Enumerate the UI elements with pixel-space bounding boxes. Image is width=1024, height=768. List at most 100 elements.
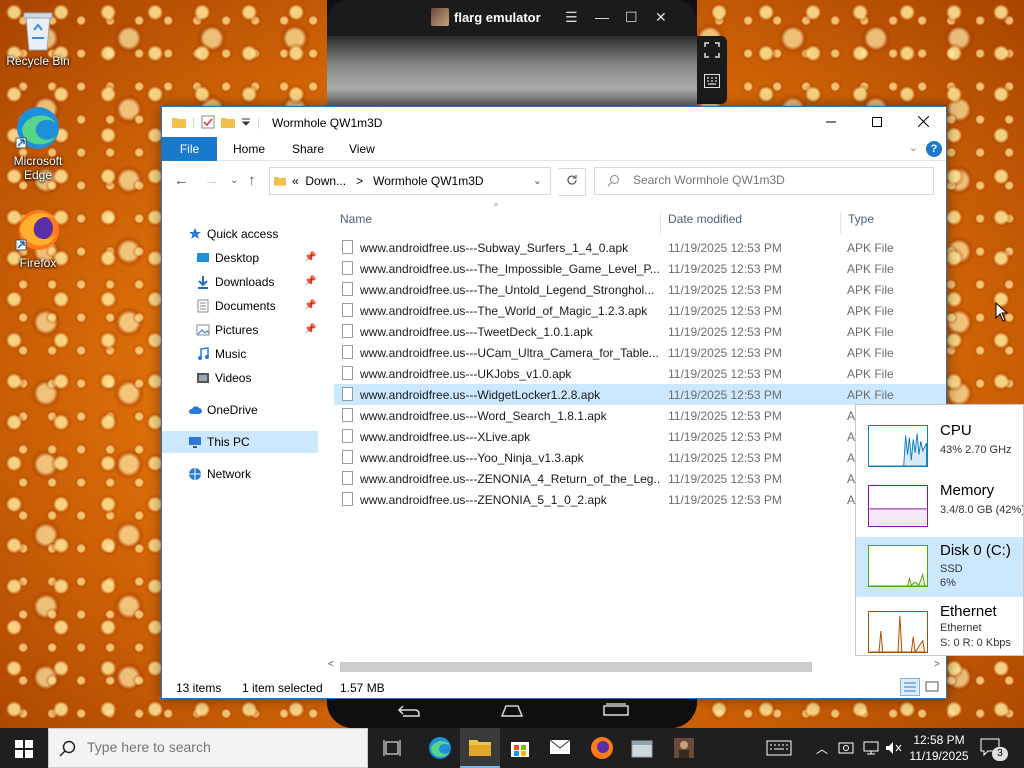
android-recents-icon[interactable] <box>603 703 629 717</box>
table-row[interactable]: www.androidfree.us---Subway_Surfers_1_4_… <box>334 237 946 258</box>
taskbar-mail[interactable] <box>540 728 580 768</box>
keyboard-icon[interactable] <box>704 74 720 88</box>
breadcrumb-downloads[interactable]: Down... <box>305 174 346 188</box>
sidebar-item-downloads[interactable]: Downloads 📌 <box>162 271 318 293</box>
system-clock[interactable]: 12:58 PM 11/19/2025 <box>906 732 972 764</box>
breadcrumb-separator[interactable]: > <box>356 174 363 188</box>
emulator-maximize-button[interactable]: ☐ <box>625 9 638 26</box>
breadcrumb-current[interactable]: Wormhole QW1m3D <box>373 174 483 188</box>
help-button[interactable]: ? <box>926 141 942 157</box>
tab-file[interactable]: File <box>162 137 217 161</box>
maximize-button[interactable] <box>854 107 900 137</box>
pin-icon[interactable]: 📌 <box>304 319 316 341</box>
minimize-button[interactable] <box>808 107 854 137</box>
column-type[interactable]: Type <box>848 212 874 226</box>
firefox-desktop-icon[interactable]: Firefox <box>0 206 76 270</box>
sidebar-item-desktop[interactable]: Desktop 📌 <box>162 247 318 269</box>
address-bar[interactable]: « Down... > Wormhole QW1m3D ⌄ <box>269 167 586 196</box>
taskbar-edge[interactable] <box>420 728 460 768</box>
table-row[interactable]: www.androidfree.us---UKJobs_v1.0.apk 11/1… <box>334 363 946 384</box>
task-view-button[interactable] <box>372 728 412 768</box>
table-row[interactable]: www.androidfree.us---The_Impossible_Game… <box>334 258 946 279</box>
new-folder-icon[interactable] <box>221 116 236 128</box>
close-button[interactable] <box>900 107 946 137</box>
volume-muted-icon[interactable] <box>884 740 902 756</box>
perf-cpu[interactable]: CPU 43% 2.70 GHz <box>856 417 1023 477</box>
sort-ascending-icon: ^ <box>494 201 499 211</box>
scrollbar-thumb[interactable] <box>340 662 812 672</box>
taskbar-firefox[interactable] <box>582 728 622 768</box>
pin-icon[interactable]: 📌 <box>304 295 316 317</box>
sidebar-item-pictures[interactable]: Pictures 📌 <box>162 319 318 341</box>
edge-desktop-icon[interactable]: Microsoft Edge <box>0 104 76 182</box>
address-dropdown-chevron-icon[interactable]: ⌄ <box>533 174 542 187</box>
large-icons-view-button[interactable] <box>922 678 942 696</box>
file-name: www.androidfree.us---ZENONIA_5_1_0_2.apk <box>360 493 607 507</box>
forward-arrow-icon[interactable]: → <box>204 172 219 189</box>
table-row[interactable]: www.androidfree.us---UCam_Ultra_Camera_f… <box>334 342 946 363</box>
table-row[interactable]: www.androidfree.us---The_World_of_Magic_… <box>334 300 946 321</box>
search-box[interactable] <box>594 167 934 195</box>
table-row-selected[interactable]: www.androidfree.us---WidgetLocker1.2.8.a… <box>334 384 946 405</box>
back-arrow-icon[interactable]: ← <box>174 172 189 189</box>
sidebar-item-onedrive[interactable]: OneDrive <box>162 399 318 421</box>
start-button[interactable] <box>0 728 48 768</box>
file-date: 11/19/2025 12:53 PM <box>668 283 782 297</box>
emulator-minimize-button[interactable]: — <box>595 9 609 25</box>
computer-icon <box>189 437 201 448</box>
nav-quick-access[interactable]: Quick access <box>162 223 318 245</box>
taskbar-file-explorer[interactable] <box>460 728 500 768</box>
column-divider[interactable] <box>660 212 661 234</box>
action-center-button[interactable]: 3 <box>980 738 1008 761</box>
scroll-left-arrow-icon[interactable]: < <box>328 659 334 670</box>
customize-toolbar-icon[interactable] <box>241 117 251 127</box>
emulator-screen[interactable] <box>327 36 697 110</box>
sidebar-item-videos[interactable]: Videos <box>162 367 318 389</box>
taskbar-search-box[interactable] <box>48 728 368 768</box>
downloads-icon <box>198 276 208 289</box>
tab-view[interactable]: View <box>349 137 375 161</box>
keyboard-tray-icon[interactable] <box>766 738 792 758</box>
column-name[interactable]: Name <box>340 212 372 226</box>
table-row[interactable]: www.androidfree.us---TweetDeck_1.0.1.apk… <box>334 321 946 342</box>
network-tray-icon[interactable] <box>862 740 880 756</box>
taskbar-app-generic[interactable] <box>622 728 662 768</box>
properties-icon[interactable] <box>201 115 215 129</box>
android-back-icon[interactable] <box>397 704 421 718</box>
up-arrow-icon[interactable]: ↑ <box>248 172 256 189</box>
table-row[interactable]: www.androidfree.us---The_Untold_Legend_S… <box>334 279 946 300</box>
sidebar-item-this-pc[interactable]: This PC <box>162 431 318 453</box>
meet-now-icon[interactable] <box>838 740 854 756</box>
pin-icon[interactable]: 📌 <box>304 247 316 269</box>
emulator-menu-button[interactable]: ☰ <box>565 9 578 26</box>
perf-ethernet[interactable]: Ethernet Ethernet S: 0 R: 0 Kbps <box>856 603 1023 655</box>
details-view-button[interactable] <box>900 678 920 696</box>
emulator-titlebar[interactable]: flarg emulator ☰ — ☐ ✕ <box>327 0 697 36</box>
taskbar-flarg-emulator[interactable] <box>664 728 704 768</box>
tab-home[interactable]: Home <box>233 137 265 161</box>
address-overflow[interactable]: « <box>292 174 299 188</box>
perf-memory[interactable]: Memory 3.4/8.0 GB (42%) <box>856 477 1023 537</box>
sidebar-item-documents[interactable]: Documents 📌 <box>162 295 318 317</box>
taskbar-search-input[interactable] <box>87 739 357 755</box>
recycle-bin-desktop-icon[interactable]: Recycle Bin <box>0 8 76 68</box>
sidebar-item-network[interactable]: Network <box>162 463 318 485</box>
column-date-modified[interactable]: Date modified <box>668 212 742 226</box>
show-hidden-icons-chevron-icon[interactable]: ︿ <box>816 740 828 768</box>
scroll-right-arrow-icon[interactable]: > <box>934 659 940 670</box>
taskbar-store[interactable] <box>500 728 540 768</box>
search-input[interactable] <box>633 173 923 187</box>
sidebar-item-music[interactable]: Music <box>162 343 318 365</box>
refresh-button[interactable] <box>558 168 586 196</box>
fullscreen-icon[interactable] <box>704 42 720 58</box>
perf-disk[interactable]: Disk 0 (C:) SSD 6% <box>856 537 1023 597</box>
pin-icon[interactable]: 📌 <box>304 271 316 293</box>
tab-share[interactable]: Share <box>292 137 324 161</box>
horizontal-scrollbar[interactable]: < > <box>326 658 946 675</box>
expand-ribbon-chevron-icon[interactable]: ⌄ <box>909 141 918 154</box>
emulator-close-button[interactable]: ✕ <box>655 9 667 26</box>
column-divider[interactable] <box>840 212 841 234</box>
android-home-icon[interactable] <box>498 704 526 718</box>
explorer-titlebar[interactable]: | | Wormhole QW1m3D <box>162 107 946 137</box>
recent-locations-chevron-icon[interactable]: ⌄ <box>230 175 238 186</box>
